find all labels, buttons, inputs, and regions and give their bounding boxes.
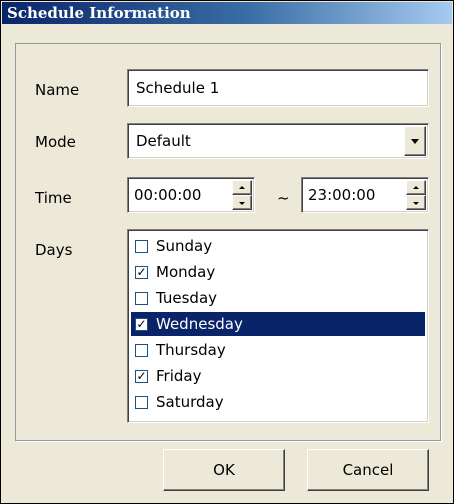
arrow-down-icon bbox=[413, 201, 419, 205]
name-input[interactable]: Schedule 1 bbox=[127, 69, 429, 107]
day-item-tuesday[interactable]: Tuesday bbox=[131, 286, 425, 310]
day-item-label: Friday bbox=[156, 367, 202, 385]
time-separator: ~ bbox=[277, 189, 290, 207]
ok-button[interactable]: OK bbox=[163, 449, 285, 491]
day-item-label: Sunday bbox=[156, 237, 213, 255]
thursday-checkbox[interactable] bbox=[135, 344, 148, 357]
monday-checkbox[interactable]: ✓ bbox=[135, 266, 148, 279]
arrow-up-icon bbox=[413, 185, 419, 189]
saturday-checkbox[interactable] bbox=[135, 396, 148, 409]
time-start-field[interactable]: 00:00:00 bbox=[127, 177, 255, 213]
time-end-field[interactable]: 23:00:00 bbox=[301, 177, 429, 213]
mode-select[interactable]: Default bbox=[127, 123, 429, 159]
day-item-thursday[interactable]: Thursday bbox=[131, 338, 425, 362]
mode-select-value: Default bbox=[136, 132, 191, 150]
day-item-label: Tuesday bbox=[156, 289, 218, 307]
name-label: Name bbox=[35, 81, 80, 99]
arrow-up-icon bbox=[239, 185, 245, 189]
sunday-checkbox[interactable] bbox=[135, 240, 148, 253]
day-item-label: Wednesday bbox=[156, 315, 243, 333]
friday-checkbox[interactable]: ✓ bbox=[135, 370, 148, 383]
mode-dropdown-button[interactable] bbox=[404, 126, 426, 156]
dialog-title: Schedule Information bbox=[7, 4, 191, 22]
name-input-value: Schedule 1 bbox=[136, 79, 220, 97]
day-item-sunday[interactable]: Sunday bbox=[131, 234, 425, 258]
day-item-label: Monday bbox=[156, 263, 216, 281]
day-item-wednesday[interactable]: ✓ Wednesday bbox=[131, 312, 425, 336]
time-start-value: 00:00:00 bbox=[134, 186, 202, 204]
wednesday-checkbox[interactable]: ✓ bbox=[135, 318, 148, 331]
cancel-button[interactable]: Cancel bbox=[307, 449, 429, 491]
title-bar[interactable]: Schedule Information bbox=[2, 2, 452, 24]
tuesday-checkbox[interactable] bbox=[135, 292, 148, 305]
time-end-value: 23:00:00 bbox=[308, 186, 376, 204]
chevron-down-icon bbox=[411, 139, 419, 144]
time-end-up-button[interactable] bbox=[406, 180, 426, 195]
days-listbox[interactable]: Sunday ✓ Monday Tuesday ✓ Wednesday Thur… bbox=[127, 229, 429, 423]
day-item-monday[interactable]: ✓ Monday bbox=[131, 260, 425, 284]
day-item-label: Thursday bbox=[156, 341, 226, 359]
time-end-down-button[interactable] bbox=[406, 195, 426, 210]
time-label: Time bbox=[35, 189, 72, 207]
day-item-friday[interactable]: ✓ Friday bbox=[131, 364, 425, 388]
mode-label: Mode bbox=[35, 133, 76, 151]
day-item-label: Saturday bbox=[156, 393, 224, 411]
time-start-down-button[interactable] bbox=[232, 195, 252, 210]
days-label: Days bbox=[35, 241, 73, 259]
schedule-dialog: Schedule Information Name Schedule 1 Mod… bbox=[0, 0, 454, 504]
day-item-saturday[interactable]: Saturday bbox=[131, 390, 425, 414]
arrow-down-icon bbox=[239, 201, 245, 205]
time-start-up-button[interactable] bbox=[232, 180, 252, 195]
